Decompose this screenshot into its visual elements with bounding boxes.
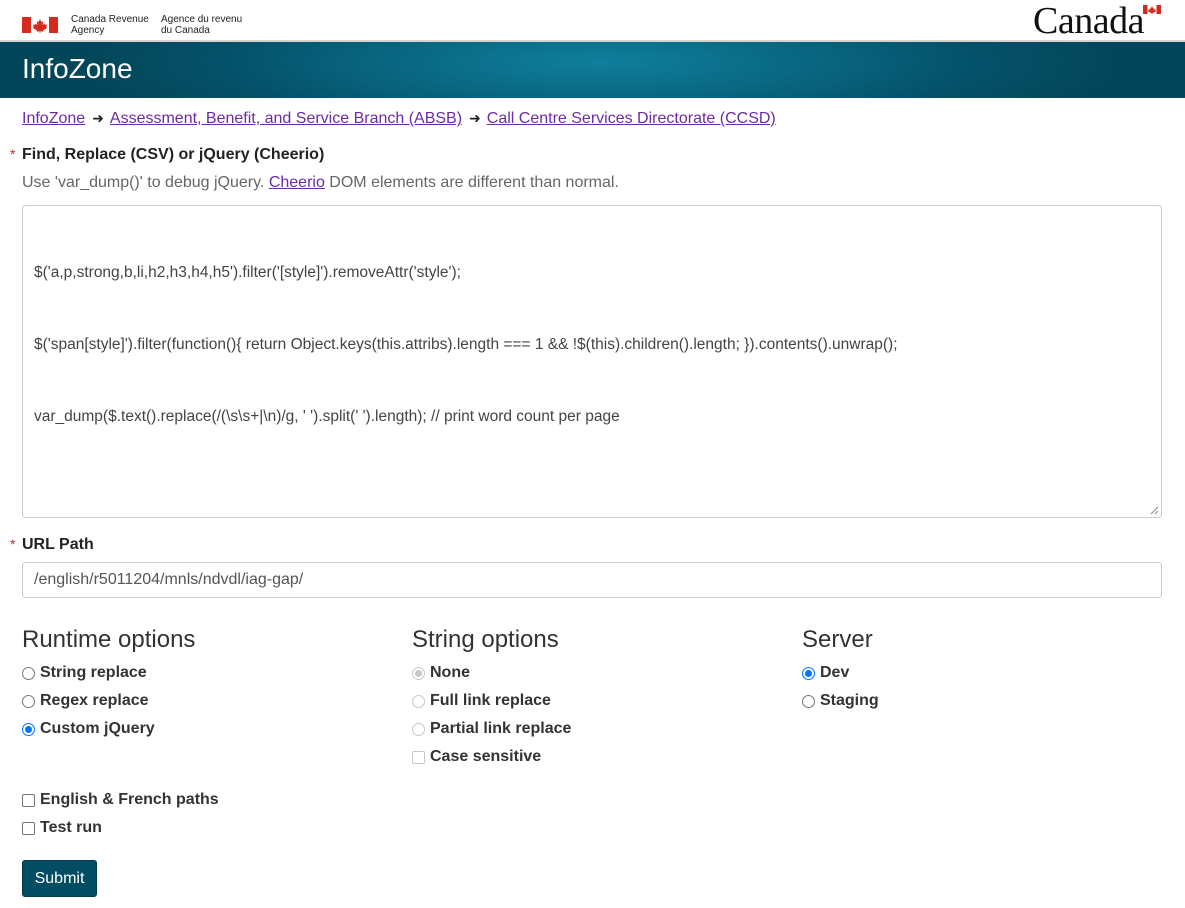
radio-button[interactable] xyxy=(22,666,35,680)
string-option-partial-link-replace[interactable]: Partial link replace xyxy=(412,719,571,739)
server-option-dev[interactable]: Dev xyxy=(802,663,849,683)
submit-button[interactable]: Submit xyxy=(22,860,97,897)
runtime-option-custom-jquery[interactable]: Custom jQuery xyxy=(22,719,155,739)
breadcrumb-link-ccsd[interactable]: Call Centre Services Directorate (CCSD) xyxy=(487,110,776,127)
app-title: InfoZone xyxy=(22,53,133,84)
option-label: English & French paths xyxy=(40,791,219,808)
option-label: Partial link replace xyxy=(430,720,572,737)
gov-header: Canada Revenue Agency Agence du revenu d… xyxy=(0,0,1185,42)
code-line: var_dump($.text().replace(/(\s\s+|\n)/g,… xyxy=(34,408,620,425)
breadcrumb-arrow-icon: ➜ xyxy=(469,110,481,126)
string-option-full-link-replace[interactable]: Full link replace xyxy=(412,691,551,711)
runtime-option-regex-replace[interactable]: Regex replace xyxy=(22,691,149,711)
option-label: String replace xyxy=(40,664,147,681)
url-path-label: URL Path xyxy=(22,536,94,553)
option-label: Dev xyxy=(820,664,850,681)
option-label: Custom jQuery xyxy=(40,720,155,737)
server-option-staging[interactable]: Staging xyxy=(802,691,879,711)
checkbox[interactable] xyxy=(22,821,35,835)
radio-button-disabled-selected[interactable] xyxy=(412,666,425,680)
hint-text-before: Use 'var_dump()' to debug jQuery. xyxy=(22,174,269,191)
wordmark-flag-icon xyxy=(1143,5,1161,14)
app-banner: InfoZone xyxy=(0,42,1185,98)
option-label: Staging xyxy=(820,692,879,709)
cheerio-link[interactable]: Cheerio xyxy=(269,174,325,191)
find-replace-textarea[interactable]: $('a,p,strong,b,li,h2,h3,h4,h5').filter(… xyxy=(22,205,1162,518)
runtime-option-string-replace[interactable]: String replace xyxy=(22,663,147,683)
server-title: Server xyxy=(802,626,873,653)
runtime-options-title: Runtime options xyxy=(22,626,196,653)
canada-flag-icon xyxy=(22,17,58,33)
string-option-none[interactable]: None xyxy=(412,663,470,683)
checkbox[interactable] xyxy=(22,793,35,807)
checkbox-disabled[interactable] xyxy=(412,750,425,764)
canada-wordmark: Canada xyxy=(1033,0,1144,42)
breadcrumb: InfoZone ➜ Assessment, Benefit, and Servic… xyxy=(22,108,776,129)
breadcrumb-link-infozone[interactable]: InfoZone xyxy=(22,110,85,127)
breadcrumb-arrow-icon: ➜ xyxy=(92,110,104,126)
radio-button-disabled[interactable] xyxy=(412,694,425,708)
required-marker: * xyxy=(10,536,16,552)
option-label: Regex replace xyxy=(40,692,149,709)
required-marker: * xyxy=(10,146,16,162)
code-line: $('span[style]').filter(function(){ retu… xyxy=(34,336,898,353)
english-french-paths-checkbox[interactable]: English & French paths xyxy=(22,790,219,810)
hint-text-after: DOM elements are different than normal. xyxy=(324,174,619,191)
option-label: Test run xyxy=(40,819,102,836)
url-path-input[interactable]: /english/r5011204/mnls/ndvdl/iag-gap/ xyxy=(22,562,1162,598)
agency-name-fr: Agence du revenu du Canada xyxy=(161,14,243,36)
find-replace-label: Find, Replace (CSV) or jQuery (Cheerio) xyxy=(22,146,325,163)
radio-button-selected[interactable] xyxy=(22,722,35,736)
agency-name-en: Canada Revenue Agency xyxy=(71,14,149,36)
case-sensitive-checkbox[interactable]: Case sensitive xyxy=(412,747,541,767)
option-label: None xyxy=(430,664,470,681)
breadcrumb-link-absb[interactable]: Assessment, Benefit, and Service Branch … xyxy=(110,110,462,127)
test-run-checkbox[interactable]: Test run xyxy=(22,818,102,838)
radio-button[interactable] xyxy=(802,694,815,708)
code-line: $('a,p,strong,b,li,h2,h3,h4,h5').filter(… xyxy=(34,264,461,281)
radio-button[interactable] xyxy=(22,694,35,708)
resize-handle-icon[interactable] xyxy=(1149,505,1159,515)
radio-button-selected[interactable] xyxy=(802,666,815,680)
option-label: Case sensitive xyxy=(430,748,542,765)
radio-button-disabled[interactable] xyxy=(412,722,425,736)
string-options-title: String options xyxy=(412,626,559,653)
option-label: Full link replace xyxy=(430,692,551,709)
find-replace-hint: Use 'var_dump()' to debug jQuery. Cheeri… xyxy=(22,174,619,192)
